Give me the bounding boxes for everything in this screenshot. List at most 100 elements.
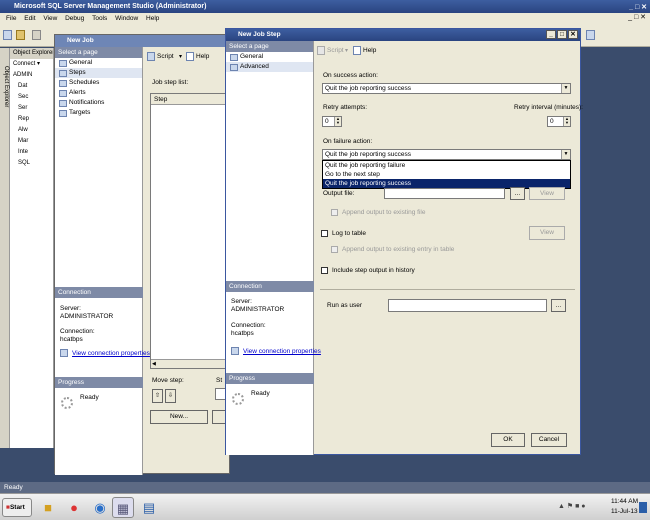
help-icon[interactable] — [353, 46, 361, 55]
tree-item[interactable]: ADMIN — [10, 70, 53, 81]
horizontal-scrollbar[interactable]: ◀ — [151, 359, 231, 368]
page-steps[interactable]: Steps — [55, 68, 142, 78]
progress-head: Progress — [226, 373, 314, 384]
page-icon — [230, 54, 238, 61]
page-icon — [59, 70, 67, 77]
append-output-table-label: Append output to existing entry in table — [342, 246, 455, 253]
tree-item[interactable]: Alw — [10, 125, 53, 136]
help-button[interactable]: Help — [196, 53, 209, 60]
page-advanced[interactable]: Advanced — [226, 62, 313, 72]
tree-item[interactable]: Dat — [10, 81, 53, 92]
run-as-user-input[interactable] — [388, 299, 547, 312]
tree-item[interactable]: Ser — [10, 103, 53, 114]
server-label: Server: — [231, 298, 252, 305]
menu-bar: File Edit View Debug Tools Window Help _… — [0, 13, 650, 25]
menu-file[interactable]: File — [6, 13, 16, 25]
on-success-select[interactable]: Quit the job reporting success ▼ — [322, 83, 571, 94]
page-targets[interactable]: Targets — [55, 108, 142, 118]
script-dropdown-chevron-icon[interactable]: ▾ — [345, 47, 348, 54]
new-query-icon[interactable] — [3, 30, 12, 40]
on-failure-select[interactable]: Quit the job reporting success ▼ — [322, 149, 571, 160]
chevron-down-icon: ▼ — [561, 84, 570, 93]
job-step-list[interactable]: Step ◀ — [150, 93, 231, 369]
tree-item[interactable]: Inte — [10, 147, 53, 158]
scroll-left-icon[interactable]: ◀ — [151, 361, 156, 367]
tray-icons[interactable]: ▲ ⚑ ■ ● — [558, 502, 586, 510]
menu-edit[interactable]: Edit — [24, 13, 35, 25]
status-bar: Ready — [0, 482, 650, 493]
page-notifications[interactable]: Notifications — [55, 98, 142, 108]
open-icon[interactable] — [16, 30, 25, 40]
menu-view[interactable]: View — [43, 13, 57, 25]
log-to-table-checkbox[interactable] — [321, 230, 328, 237]
script-icon[interactable] — [147, 52, 155, 61]
new-job-step-dialog: New Job Step _ □ ✕ Select a page General… — [225, 28, 583, 455]
chrome-icon[interactable]: ● — [63, 497, 85, 518]
connection-label: Connection: — [231, 322, 266, 329]
ie-icon[interactable]: ◉ — [89, 497, 111, 518]
move-step-up-button[interactable]: ⇧ — [152, 389, 163, 403]
job-step-title: New Job Step — [238, 31, 281, 38]
output-file-browse-button[interactable]: ... — [510, 187, 525, 200]
clock-date[interactable]: 11-Jul-13 — [611, 508, 638, 515]
menu-debug[interactable]: Debug — [65, 13, 84, 25]
tree-item[interactable]: Mar — [10, 136, 53, 147]
script-button[interactable]: Script — [327, 47, 344, 54]
help-button[interactable]: Help — [363, 47, 376, 54]
menu-window[interactable]: Window — [115, 13, 138, 25]
spin-arrows-icon[interactable]: ▲ ▼ — [334, 117, 341, 126]
word-icon[interactable]: ▤ — [138, 497, 160, 518]
retry-interval-stepper[interactable]: 0 ▲ ▼ — [547, 116, 571, 127]
page-general[interactable]: General — [55, 58, 142, 68]
page-general[interactable]: General — [226, 52, 313, 62]
connect-button[interactable]: Connect ▾ — [10, 59, 53, 70]
step-page-panel: Select a page General Advanced Connectio… — [226, 41, 321, 455]
close-button[interactable]: ✕ — [568, 30, 578, 39]
clock-time[interactable]: 11:44 AM — [611, 498, 638, 505]
retry-attempts-stepper[interactable]: 0 ▲ ▼ — [322, 116, 342, 127]
append-output-file-checkbox[interactable] — [331, 209, 338, 216]
app-titlebar: Microsoft SQL Server Management Studio (… — [0, 0, 650, 13]
minimize-button[interactable]: _ — [546, 30, 556, 39]
new-job-title: New Job — [55, 35, 229, 47]
tree-item[interactable]: SQL — [10, 158, 53, 169]
dropdown-option[interactable]: Go to the next step — [323, 170, 570, 179]
output-file-view-button[interactable]: View — [529, 187, 565, 200]
log-table-view-button[interactable]: View — [529, 226, 565, 240]
step-column-header[interactable]: Step — [151, 94, 229, 105]
move-step-down-button[interactable]: ⇩ — [165, 389, 176, 403]
toolbar-options-icon[interactable] — [586, 30, 595, 40]
script-button[interactable]: Script — [157, 53, 174, 60]
show-desktop-button[interactable] — [639, 502, 647, 513]
output-file-input[interactable] — [384, 188, 505, 199]
new-step-button[interactable]: New... — [150, 410, 208, 424]
start-button[interactable]: ■Start — [2, 498, 32, 517]
page-icon — [230, 64, 238, 71]
script-dropdown-chevron-icon[interactable]: ▾ — [179, 53, 182, 60]
maximize-button[interactable]: □ — [557, 30, 567, 39]
include-history-checkbox[interactable] — [321, 267, 328, 274]
view-connection-properties-link[interactable]: View connection properties — [243, 348, 321, 355]
select-page-head: Select a page — [226, 41, 313, 52]
object-explorer-sidebar-tab[interactable]: Object Explorer — [0, 48, 10, 448]
spin-arrows-icon[interactable]: ▲ ▼ — [563, 117, 570, 126]
tree-item[interactable]: Sec — [10, 92, 53, 103]
append-output-table-checkbox[interactable] — [331, 246, 338, 253]
folder-icon[interactable]: ■ — [37, 497, 59, 518]
dropdown-option[interactable]: Quit the job reporting failure — [323, 161, 570, 170]
app-title: Microsoft SQL Server Management Studio (… — [14, 3, 207, 10]
menu-help[interactable]: Help — [146, 13, 159, 25]
help-icon[interactable] — [186, 52, 194, 61]
run-as-user-browse-button[interactable]: ... — [551, 299, 566, 312]
menu-tools[interactable]: Tools — [92, 13, 107, 25]
mdi-controls[interactable]: _ □ ✕ — [628, 13, 646, 21]
view-connection-properties-link[interactable]: View connection properties — [72, 350, 150, 357]
tree-item[interactable]: Rep — [10, 114, 53, 125]
ok-button[interactable]: OK — [491, 433, 525, 447]
ssms-taskbar-icon[interactable]: ▦ — [112, 497, 134, 518]
save-icon[interactable] — [32, 30, 41, 40]
page-alerts[interactable]: Alerts — [55, 88, 142, 98]
cancel-button[interactable]: Cancel — [531, 433, 567, 447]
script-icon[interactable] — [317, 46, 325, 55]
page-schedules[interactable]: Schedules — [55, 78, 142, 88]
